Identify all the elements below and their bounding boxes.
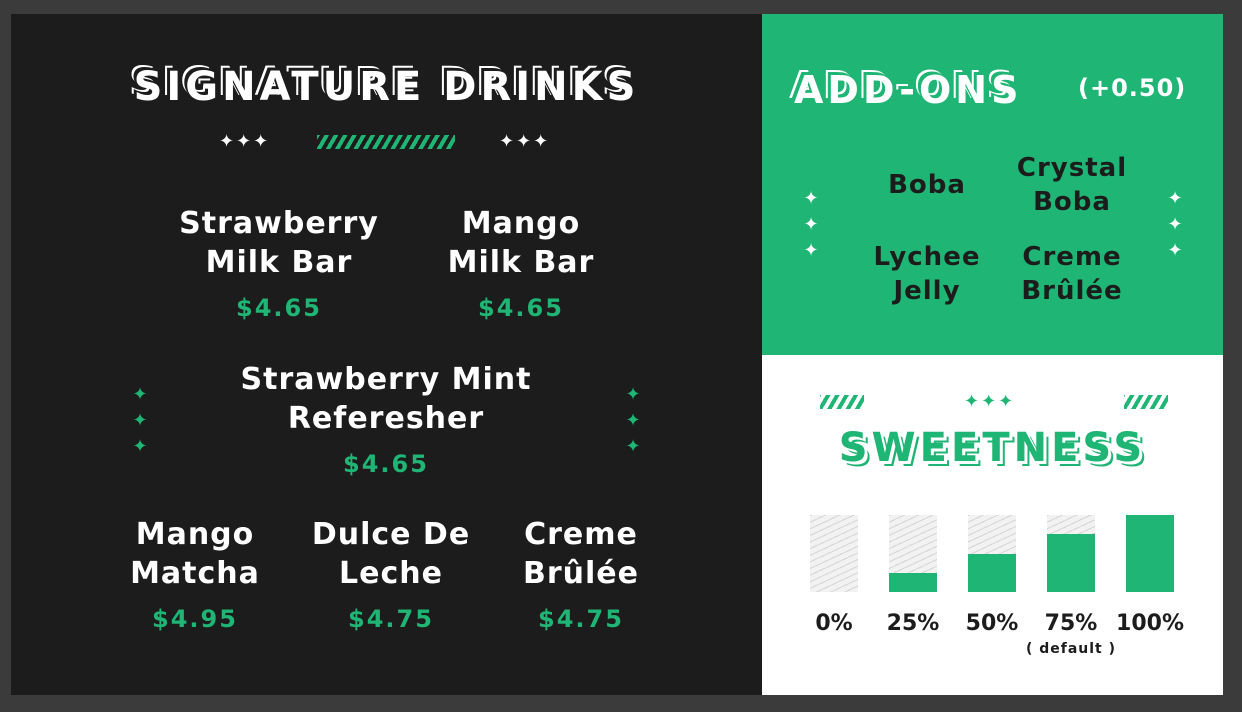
sweetness-title: SWEETNESS: [838, 425, 1147, 471]
sparkle-icon: ✦: [132, 436, 148, 457]
sparkle-icon: ✦: [1167, 240, 1183, 261]
drink-item: Mango Milk Bar $4.65: [411, 204, 631, 322]
drink-item: Dulce De Leche $4.75: [301, 515, 481, 633]
addon-item: Creme Brûlée: [1021, 242, 1123, 306]
sparkle-icon: ✦: [1167, 188, 1183, 209]
drink-price: $4.65: [236, 294, 322, 322]
addon-item: Lychee Jelly: [873, 242, 981, 306]
sweetness-fill: [1047, 534, 1095, 592]
sparkle-column: ✦ ✦ ✦: [1165, 188, 1185, 262]
sweetness-bar: [968, 515, 1016, 592]
sparkle-icon: ✦✦✦: [499, 131, 551, 152]
sparkle-icon: ✦✦✦: [964, 391, 1016, 412]
signature-drinks-panel: SIGNATURE DRINKS ✦✦✦ ✦✦✦ Strawberry Milk…: [11, 14, 762, 695]
sparkle-icon: ✦: [803, 188, 819, 209]
sparkle-icon: ✦: [625, 410, 641, 431]
drink-price: $4.65: [478, 294, 564, 322]
drink-price: $4.65: [343, 450, 429, 478]
title-decoration: ✦✦✦ ✦✦✦: [11, 130, 762, 154]
drink-name: Dulce De Leche: [311, 517, 471, 591]
sweetness-label: 0%: [815, 611, 853, 636]
sparkle-icon: ✦: [625, 436, 641, 457]
drink-item: Strawberry Mint Referesher $4.65: [211, 360, 561, 478]
drink-name: Creme Brûlée: [523, 517, 639, 591]
drink-price: $4.75: [538, 605, 624, 633]
sparkle-icon: ✦✦✦: [219, 131, 271, 152]
addon-item: Crystal Boba: [1016, 153, 1128, 217]
drink-name: Strawberry Mint Referesher: [240, 362, 532, 436]
sweetness-label: 75%: [1044, 611, 1098, 636]
addons-price: (+0.50): [1078, 74, 1187, 102]
sweetness-bar: [1047, 515, 1095, 592]
default-note: ( default ): [1025, 641, 1117, 657]
sweetness-bar: [810, 515, 858, 592]
drink-price: $4.75: [348, 605, 434, 633]
drink-name: Mango Milk Bar: [447, 206, 595, 280]
sparkle-column: ✦ ✦ ✦: [130, 384, 150, 458]
stripe-decoration: [317, 135, 455, 149]
sparkle-column: ✦ ✦ ✦: [801, 188, 821, 262]
addons-title: ADD-ONS: [794, 68, 1023, 112]
sweetness-bar: [889, 515, 937, 592]
sweetness-label: 100%: [1116, 611, 1184, 636]
sweetness-panel: ✦✦✦ SWEETNESS 0% 25% 50% 75% 100% ( defa…: [762, 355, 1223, 695]
drink-item: Strawberry Milk Bar $4.65: [159, 204, 399, 322]
addon-item: Boba: [888, 170, 966, 200]
drink-name: Strawberry Milk Bar: [179, 206, 379, 280]
sweetness-bar: [1126, 515, 1174, 592]
stripe-decoration: [1124, 395, 1168, 409]
sparkle-icon: ✦: [625, 384, 641, 405]
drink-item: Mango Matcha $4.95: [115, 515, 275, 633]
sparkle-icon: ✦: [803, 240, 819, 261]
sparkle-icon: ✦: [132, 384, 148, 405]
sparkle-icon: ✦: [803, 214, 819, 235]
sparkle-icon: ✦: [132, 410, 148, 431]
sweetness-fill: [1126, 515, 1174, 592]
stripe-decoration: [820, 395, 864, 409]
sweetness-label: 50%: [965, 611, 1019, 636]
signature-drinks-title: SIGNATURE DRINKS: [133, 64, 640, 110]
addons-panel: ADD-ONS (+0.50) ✦ ✦ ✦ ✦ ✦ ✦ Boba Crystal…: [762, 14, 1223, 355]
drink-item: Creme Brûlée $4.75: [506, 515, 656, 633]
sweetness-fill: [889, 572, 937, 592]
drink-name: Mango Matcha: [130, 517, 260, 591]
drink-price: $4.95: [152, 605, 238, 633]
menu-board: SIGNATURE DRINKS ✦✦✦ ✦✦✦ Strawberry Milk…: [11, 14, 1223, 695]
sweetness-fill: [968, 553, 1016, 592]
sweetness-label: 25%: [886, 611, 940, 636]
sparkle-column: ✦ ✦ ✦: [623, 384, 643, 458]
sparkle-icon: ✦: [1167, 214, 1183, 235]
